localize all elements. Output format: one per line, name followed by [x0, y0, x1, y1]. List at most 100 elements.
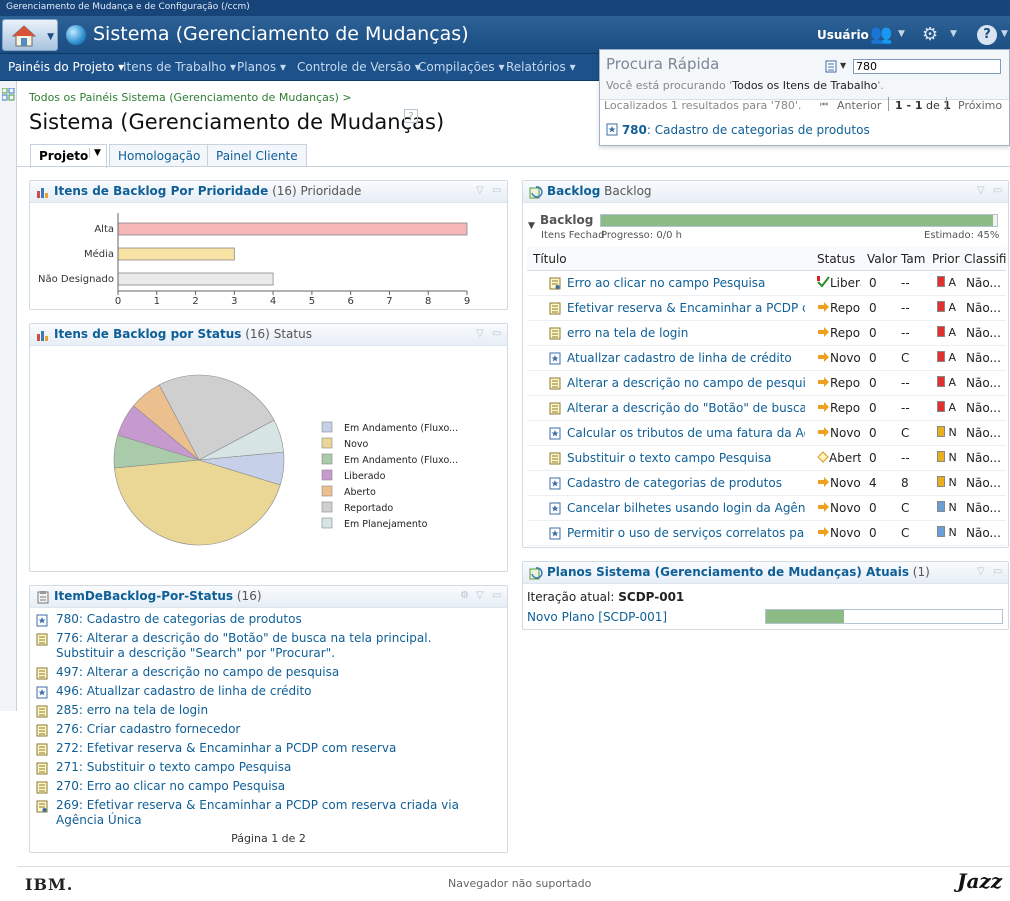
bar[interactable] — [117, 272, 274, 286]
list-item[interactable]: 269: Efetivar reserva & Encaminhar a PCD… — [36, 798, 476, 828]
list-item[interactable]: 496: Atuallzar cadastro de linha de créd… — [36, 684, 476, 699]
row-title[interactable]: Atuallzar cadastro de linha de crédito — [567, 351, 805, 365]
row-title[interactable]: Permitir o uso de serviços correlatos pa… — [567, 526, 805, 540]
widget-title[interactable]: Planos Sistema (Gerenciamento de Mudança… — [547, 565, 909, 579]
defect-icon — [549, 277, 561, 290]
backlog-row[interactable]: Substituir o texto campo Pesquisa Aberto 0… — [527, 446, 1006, 471]
next-page-link[interactable]: Próximo — [958, 99, 1002, 112]
widget-title[interactable]: Itens de Backlog por Status — [54, 327, 241, 341]
settings-icon[interactable]: ⚙ — [460, 590, 469, 601]
row-title[interactable]: Calcular os tributos de uma fatura da Ag… — [567, 426, 805, 440]
backlog-row[interactable]: Cancelar bilhetes usando login da Agên..… — [527, 496, 1006, 521]
backlog-row[interactable]: Alterar a descrição no campo de pesquisa… — [527, 371, 1006, 396]
list-item-text[interactable]: 276: Criar cadastro fornecedor — [56, 722, 476, 737]
dashboard-grid-icon[interactable] — [2, 88, 15, 101]
quick-search-input[interactable] — [853, 59, 1001, 74]
prev-page-link[interactable]: Anterior — [837, 99, 881, 112]
col-priority[interactable]: Prior — [932, 252, 960, 266]
tab-painel-cliente[interactable]: Painel Cliente — [207, 144, 307, 167]
widget-title[interactable]: Itens de Backlog Por Prioridade — [54, 184, 268, 198]
quick-search-result[interactable]: 780: Cadastro de categorias de produtos — [606, 123, 870, 137]
col-classification[interactable]: Classifi — [964, 252, 1008, 266]
row-title[interactable]: Efetivar reserva & Encaminhar a PCDP c..… — [567, 301, 805, 315]
breadcrumb[interactable]: Todos os Painéis Sistema (Gerenciamento … — [29, 91, 352, 104]
plan-link[interactable]: Novo Plano [SCDP-001] — [527, 610, 667, 624]
list-item[interactable]: 285: erro na tela de login — [36, 703, 476, 718]
list-item[interactable]: 276: Criar cadastro fornecedor — [36, 722, 476, 737]
chevron-down-icon[interactable]: ▽ — [977, 185, 985, 196]
widget-title[interactable]: ItemDeBacklog-Por-Status — [54, 589, 233, 603]
nav-source-control[interactable]: Controle de Versão ▾ — [297, 60, 421, 74]
gear-icon[interactable]: ⚙ — [922, 24, 938, 45]
widget-title[interactable]: Backlog — [547, 184, 600, 198]
chevron-down-icon[interactable]: ▼ — [950, 29, 957, 39]
row-title[interactable]: Cadastro de categorias de produtos — [567, 476, 805, 490]
users-icon[interactable]: 👥 — [870, 24, 892, 45]
list-item[interactable]: 270: Erro ao clicar no campo Pesquisa — [36, 779, 476, 794]
list-item[interactable]: 780: Cadastro de categorias de produtos — [36, 612, 476, 627]
chevron-down-icon[interactable]: ▼ — [1001, 29, 1008, 39]
maximize-icon[interactable]: ▭ — [993, 566, 1002, 577]
row-title[interactable]: Cancelar bilhetes usando login da Agên..… — [567, 501, 805, 515]
list-item-text[interactable]: 780: Cadastro de categorias de produtos — [56, 612, 476, 627]
user-menu-label[interactable]: Usuário — [817, 28, 869, 42]
maximize-icon[interactable]: ▭ — [492, 185, 501, 196]
maximize-icon[interactable]: ▭ — [993, 185, 1002, 196]
col-size[interactable]: Tam — [901, 252, 925, 266]
maximize-icon[interactable]: ▭ — [492, 328, 501, 339]
chevron-down-icon[interactable]: ▽ — [476, 185, 484, 196]
collapse-icon[interactable]: ▼ — [528, 221, 535, 231]
backlog-row[interactable]: Calcular os tributos de uma fatura da Ag… — [527, 421, 1006, 446]
result-id[interactable]: 780 — [622, 123, 647, 137]
chevron-down-icon[interactable]: ▽ — [476, 328, 484, 339]
backlog-row[interactable]: erro na tela de login Reportado 0 -- A Não..… — [527, 321, 1006, 346]
bar[interactable] — [117, 222, 468, 236]
list-item-text[interactable]: 270: Erro ao clicar no campo Pesquisa — [56, 779, 476, 794]
nav-builds[interactable]: Compilações ▾ — [418, 60, 504, 74]
col-value[interactable]: Valor — [867, 252, 897, 266]
home-button[interactable]: ▼ — [2, 19, 58, 51]
work-item-type-icon[interactable] — [825, 60, 837, 73]
list-item-text[interactable]: 272: Efetivar reserva & Encaminhar a PCD… — [56, 741, 476, 756]
list-item-text[interactable]: 271: Substituir o texto campo Pesquisa — [56, 760, 476, 775]
list-item-text[interactable]: 497: Alterar a descrição no campo de pes… — [56, 665, 476, 680]
list-item-text[interactable]: 496: Atuallzar cadastro de linha de créd… — [56, 684, 476, 699]
list-item[interactable]: 776: Alterar a descrição do "Botão" de b… — [36, 631, 476, 661]
list-item-text[interactable]: 776: Alterar a descrição do "Botão" de b… — [56, 631, 476, 661]
tab-homologacao[interactable]: Homologação — [109, 144, 210, 167]
maximize-icon[interactable]: ▭ — [492, 590, 501, 601]
nav-reports[interactable]: Relatórios ▾ — [506, 60, 576, 74]
list-item[interactable]: 271: Substituir o texto campo Pesquisa — [36, 760, 476, 775]
backlog-row[interactable]: Atuallzar cadastro de linha de crédito No… — [527, 346, 1006, 371]
list-item-text[interactable]: 285: erro na tela de login — [56, 703, 476, 718]
row-title[interactable]: Erro ao clicar no campo Pesquisa — [567, 276, 805, 290]
help-icon[interactable]: ? — [977, 25, 997, 45]
list-item[interactable]: 272: Efetivar reserva & Encaminhar a PCD… — [36, 741, 476, 756]
row-title[interactable]: erro na tela de login — [567, 326, 805, 340]
chevron-down-icon[interactable]: ▼ — [89, 148, 101, 158]
tab-projeto[interactable]: Projeto ▼ — [30, 144, 107, 168]
bar[interactable] — [117, 247, 235, 261]
col-status[interactable]: Status — [817, 252, 855, 266]
nav-work-items[interactable]: Itens de Trabalho ▾ — [123, 60, 236, 74]
nav-plans[interactable]: Planos ▾ — [237, 60, 286, 74]
nav-project-dashboards[interactable]: Painéis do Projeto ▾ — [8, 60, 124, 74]
backlog-row[interactable]: Cadastro de categorias de produtos Novo 4 8… — [527, 471, 1006, 496]
chevron-down-icon[interactable]: ▽ — [476, 590, 484, 601]
result-text[interactable]: Cadastro de categorias de produtos — [651, 123, 870, 137]
row-title[interactable]: Alterar a descrição do "Botão" de busca … — [567, 401, 805, 415]
backlog-row[interactable]: Erro ao clicar no campo Pesquisa Liberado… — [527, 271, 1006, 296]
col-title[interactable]: Título — [533, 252, 567, 266]
chevron-down-icon[interactable]: ▼ — [840, 61, 846, 70]
backlog-row[interactable]: Permitir o uso de serviços correlatos pa… — [527, 521, 1006, 546]
first-page-icon[interactable]: ⏮ — [820, 100, 828, 110]
list-item[interactable]: 497: Alterar a descrição no campo de pes… — [36, 665, 476, 680]
row-title[interactable]: Substituir o texto campo Pesquisa — [567, 451, 805, 465]
chevron-down-icon[interactable]: ▽ — [977, 566, 985, 577]
chevron-down-icon[interactable]: ▼ — [898, 29, 905, 39]
help-icon[interactable]: ? — [404, 109, 418, 123]
backlog-row[interactable]: Efetivar reserva & Encaminhar a PCDP c..… — [527, 296, 1006, 321]
row-title[interactable]: Alterar a descrição no campo de pesquisa — [567, 376, 805, 390]
backlog-row[interactable]: Alterar a descrição do "Botão" de busca … — [527, 396, 1006, 421]
list-item-text[interactable]: 269: Efetivar reserva & Encaminhar a PCD… — [56, 798, 476, 828]
